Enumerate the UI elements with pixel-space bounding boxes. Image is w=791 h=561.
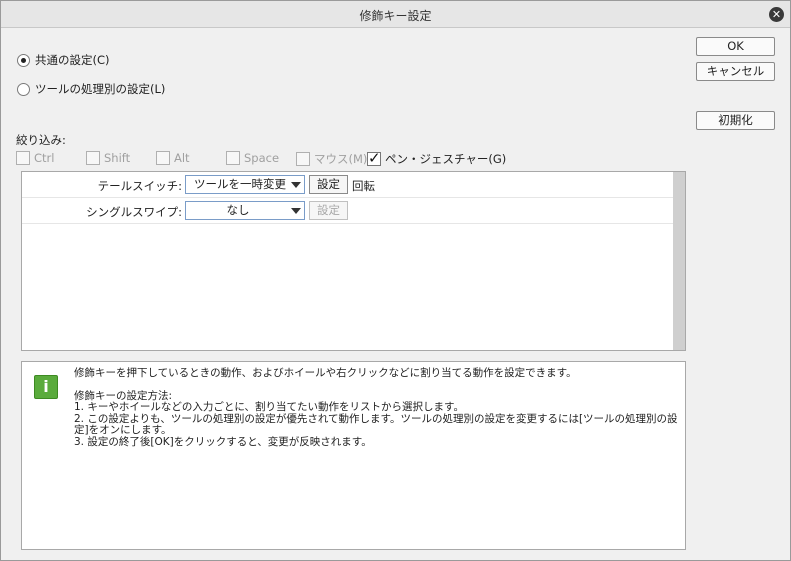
checkbox-box[interactable] — [226, 151, 240, 165]
help-line: 修飾キーを押下しているときの動作、およびホイールや右クリックなどに割り当てる動作… — [74, 367, 577, 379]
filter-mouse-checkbox[interactable]: マウス(M) — [296, 151, 367, 167]
chevron-down-icon — [291, 182, 301, 188]
help-line: 3. 設定の終了後[OK]をクリックすると、変更が反映されます。 — [74, 435, 372, 448]
ok-button[interactable]: OK — [696, 37, 775, 56]
modifier-key-settings-dialog: 修飾キー設定 ✕ 共通の設定(C) ツールの処理別の設定(L) OK キャンセル… — [0, 0, 791, 561]
title-bar: 修飾キー設定 ✕ — [1, 1, 790, 28]
reset-button[interactable]: 初期化 — [696, 111, 775, 130]
filter-space-label: Space — [244, 151, 280, 165]
filter-alt-label: Alt — [174, 151, 190, 165]
binding-row-single-swipe: シングルスワイプ: なし 設定 — [22, 198, 673, 224]
binding-list: テールスイッチ: ツールを一時変更 設定 回転 シングルスワイプ: なし 設定 — [21, 171, 686, 351]
action-dropdown-value: なし — [226, 203, 250, 217]
action-dropdown[interactable]: なし — [185, 201, 305, 220]
help-line: 1. キーやホイールなどの入力ごとに、割り当てたい動作をリストから選択します。 — [74, 401, 464, 413]
list-scrollbar[interactable] — [673, 172, 685, 350]
set-button[interactable]: 設定 — [309, 201, 348, 220]
binding-label: テールスイッチ: — [97, 179, 182, 193]
filter-ctrl-label: Ctrl — [34, 151, 55, 165]
checkbox-box[interactable] — [16, 151, 30, 165]
checkbox-box[interactable] — [86, 151, 100, 165]
filter-mouse-label: マウス(M) — [314, 152, 368, 166]
radio-indicator[interactable] — [17, 53, 30, 67]
filter-shift-label: Shift — [104, 151, 131, 165]
filter-pen-gesture-label: ペン・ジェスチャー(G) — [385, 152, 507, 166]
checkbox-box[interactable] — [296, 152, 310, 166]
set-button[interactable]: 設定 — [309, 175, 348, 194]
filter-ctrl-checkbox[interactable]: Ctrl — [16, 151, 54, 165]
filter-alt-checkbox[interactable]: Alt — [156, 151, 190, 165]
checkbox-box[interactable] — [156, 151, 170, 165]
radio-common-label: 共通の設定(C) — [35, 53, 110, 67]
filter-label: 絞り込み: — [16, 133, 66, 147]
info-icon: i — [34, 375, 58, 399]
cancel-button[interactable]: キャンセル — [696, 62, 775, 81]
help-text: 修飾キーを押下しているときの動作、およびホイールや右クリックなどに割り当てる動作… — [74, 367, 680, 448]
radio-per-tool-settings[interactable]: ツールの処理別の設定(L) — [17, 81, 165, 97]
filter-pen-gesture-checkbox[interactable]: ペン・ジェスチャー(G) — [367, 149, 507, 167]
radio-indicator[interactable] — [17, 82, 30, 96]
close-icon[interactable]: ✕ — [769, 7, 784, 22]
help-line-blank — [74, 380, 680, 391]
radio-per-tool-label: ツールの処理別の設定(L) — [35, 82, 166, 96]
binding-label: シングルスワイプ: — [86, 205, 182, 219]
filter-shift-checkbox[interactable]: Shift — [86, 151, 130, 165]
checkmark-icon[interactable] — [367, 149, 381, 167]
radio-common-settings[interactable]: 共通の設定(C) — [17, 52, 110, 68]
action-dropdown-value: ツールを一時変更 — [194, 177, 286, 191]
help-line: 定]をオンにします。 — [74, 424, 172, 436]
filter-space-checkbox[interactable]: Space — [226, 151, 279, 165]
help-panel: i 修飾キーを押下しているときの動作、およびホイールや右クリックなどに割り当てる… — [21, 361, 686, 550]
binding-row-tail-switch: テールスイッチ: ツールを一時変更 設定 回転 — [22, 172, 673, 198]
binding-value: 回転 — [352, 179, 375, 193]
action-dropdown[interactable]: ツールを一時変更 — [185, 175, 305, 194]
chevron-down-icon — [291, 208, 301, 214]
dialog-title: 修飾キー設定 — [359, 9, 432, 23]
